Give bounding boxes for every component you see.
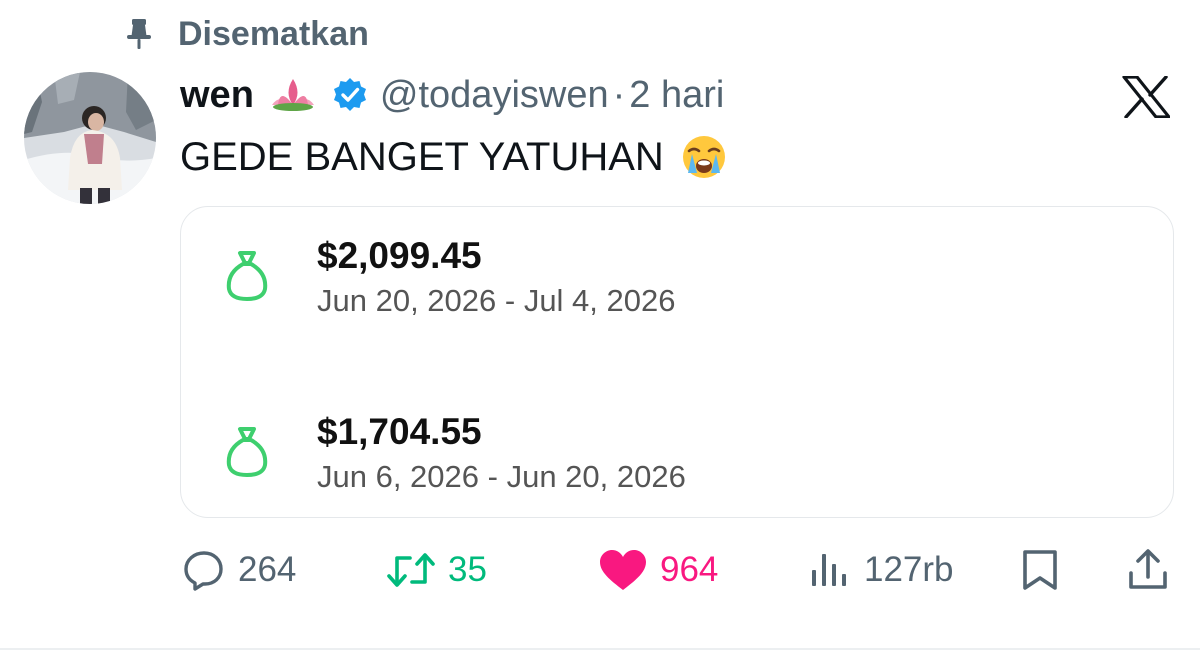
reply-button[interactable]: 264 [182,540,296,600]
retweet-count: 35 [448,550,487,589]
avatar[interactable] [24,72,156,204]
tweet[interactable]: Disematkan wen @todayiswen · 2 hari GEDE… [0,0,1200,658]
pinned-indicator: Disematkan [122,14,369,54]
bookmark-button[interactable] [1020,540,1060,600]
views-button[interactable]: 127rb [810,540,954,600]
media-card[interactable]: $2,099.45 Jun 20, 2026 - Jul 4, 2026 $1,… [180,206,1174,518]
header-separator: · [612,73,626,116]
payout-row: $2,099.45 Jun 20, 2026 - Jul 4, 2026 [181,229,1173,319]
reply-icon [184,551,223,591]
payout-dates: Jun 6, 2026 - Jun 20, 2026 [317,459,686,494]
verified-badge-icon[interactable] [332,77,368,113]
loudly-crying-face-emoji [680,133,728,181]
x-logo-icon [1122,75,1171,119]
share-icon [1129,549,1167,589]
payout-row: $1,704.55 Jun 6, 2026 - Jun 20, 2026 [181,405,1173,495]
like-count: 964 [660,550,719,589]
lotus-emoji [268,75,318,115]
money-bag-icon [226,427,268,477]
payout-amount: $2,099.45 [317,235,482,276]
pinned-label: Disematkan [178,14,369,53]
retweet-icon [387,553,435,587]
payout-dates: Jun 20, 2026 - Jul 4, 2026 [317,283,676,318]
tweet-divider [0,648,1200,650]
author-handle[interactable]: @todayiswen [380,74,609,117]
author-name[interactable]: wen [180,74,254,117]
action-bar: 264 35 964 127rb [180,540,1172,600]
tweet-text-content: GEDE BANGET YATUHAN [180,134,664,179]
pin-icon [127,19,151,49]
tweet-header: wen @todayiswen · 2 hari [180,72,724,118]
reply-count: 264 [238,550,297,589]
bookmark-icon [1023,550,1057,590]
post-time[interactable]: 2 hari [629,74,724,117]
share-button[interactable] [1126,540,1170,600]
views-chart-icon [812,554,846,586]
payout-amount: $1,704.55 [317,411,482,452]
money-bag-icon [226,251,268,301]
heart-icon [600,550,646,590]
tweet-text: GEDE BANGET YATUHAN [180,132,728,182]
retweet-button[interactable]: 35 [386,540,487,600]
views-count: 127rb [864,550,954,589]
like-button[interactable]: 964 [598,540,718,600]
